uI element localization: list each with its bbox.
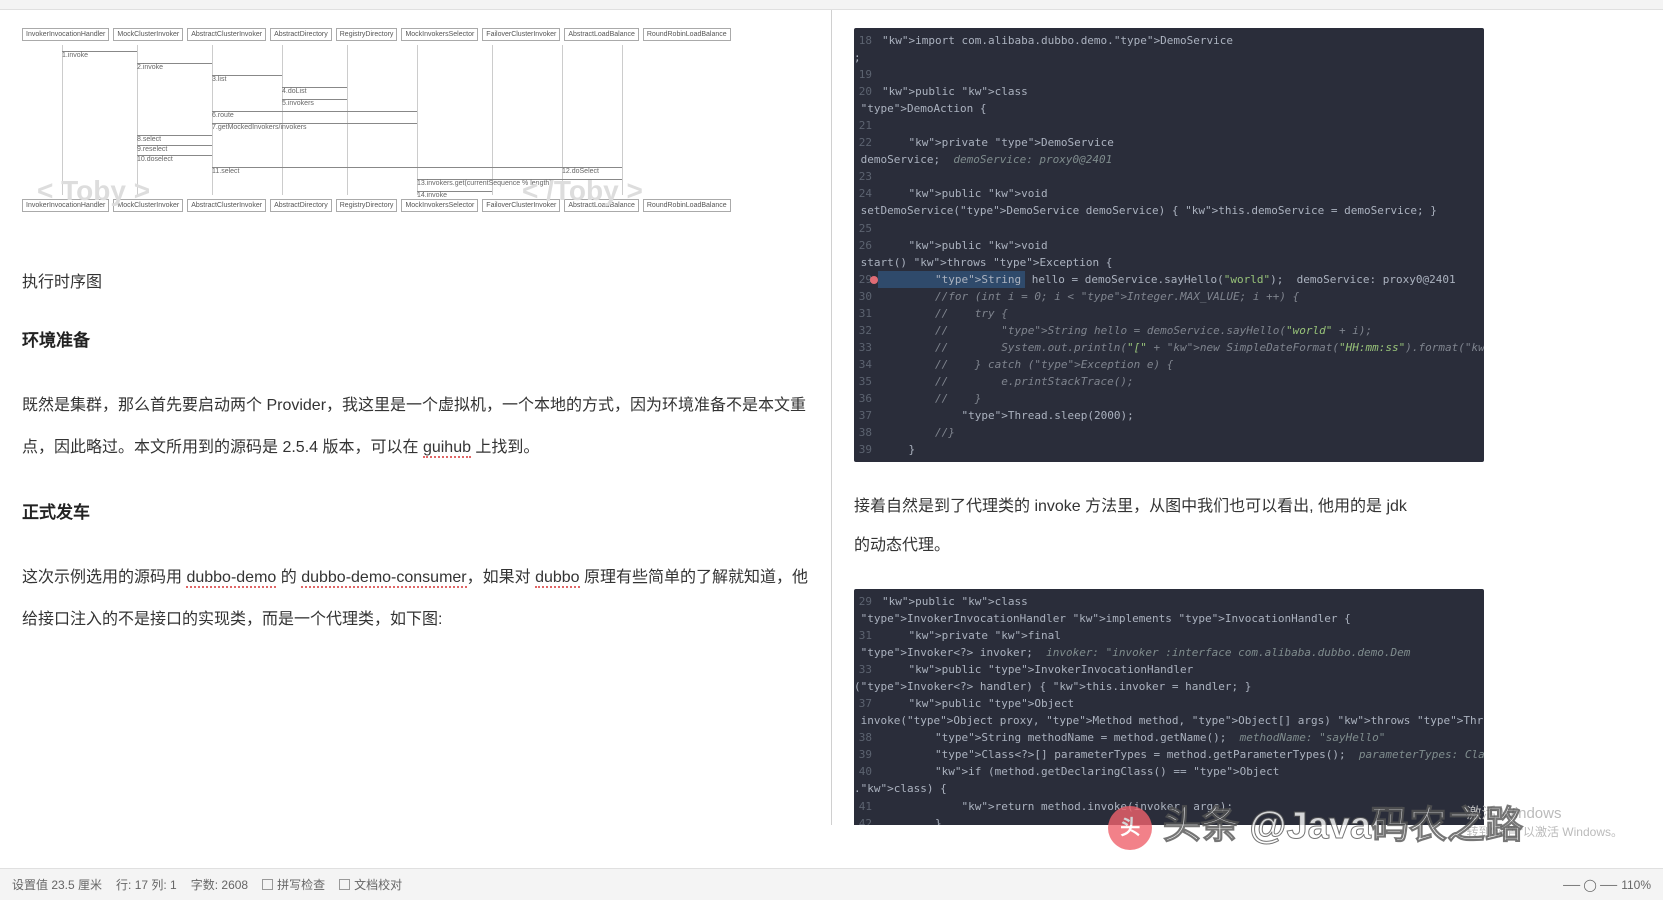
seq-participant: RegistryDirectory (336, 199, 398, 212)
seq-msg: 8.select (137, 135, 212, 143)
left-page: InvokerInvocationHandler MockClusterInvo… (0, 10, 831, 825)
seq-participant: AbstractDirectory (270, 199, 332, 212)
headline-icon: 头 (1108, 806, 1152, 850)
seq-msg: 4.doList (282, 87, 347, 95)
text: 的 (276, 569, 301, 586)
seq-participant: InvokerInvocationHandler (22, 28, 109, 41)
status-ruler[interactable]: 设置值 23.5 厘米 (12, 876, 102, 893)
seq-participant: AbstractLoadBalance (564, 28, 639, 41)
paragraph-mid: 接着自然是到了代理类的 invoke 方法里，从图中我们也可以看出, 他用的是 … (854, 488, 1641, 565)
status-wordcount[interactable]: 字数: 2608 (191, 876, 248, 893)
code-block-invocationhandler: 29"kw">public "kw">class "type">InvokerI… (854, 589, 1484, 825)
text: 上找到。 (471, 439, 539, 456)
text: 这次示例选用的源码用 (22, 569, 186, 586)
text: 接着自然是到了代理类的 invoke 方法里，从图中我们也可以看出, 他用的是 … (854, 498, 1407, 515)
seq-msg: 7.getMockedInvokers/invokers (212, 123, 417, 131)
seq-msg: 11.select (212, 167, 562, 175)
right-page: 18"kw">import com.alibaba.dubbo.demo."ty… (832, 10, 1663, 825)
seq-msg: 2.invoke (137, 63, 212, 71)
status-cursor[interactable]: 行: 17 列: 1 (116, 876, 177, 893)
seq-participant: MockInvokersSelector (401, 199, 478, 212)
seq-msg: 5.invokers (282, 99, 347, 107)
seq-participant: MockInvokersSelector (401, 28, 478, 41)
app-toolbar (0, 0, 1663, 10)
figure-caption: 执行时序图 (22, 268, 809, 292)
link-dubbo-demo[interactable]: dubbo-demo (186, 569, 276, 588)
seq-participant: FailoverClusterInvoker (482, 28, 560, 41)
seq-participant: AbstractDirectory (270, 28, 332, 41)
seq-participant: AbstractClusterInvoker (187, 199, 266, 212)
link-dubbo[interactable]: dubbo (535, 569, 580, 588)
seq-msg: 3.list (212, 75, 282, 83)
paragraph-start: 这次示例选用的源码用 dubbo-demo 的 dubbo-demo-consu… (22, 557, 809, 640)
seq-participant: AbstractClusterInvoker (187, 28, 266, 41)
seq-msg: 1.invoke (62, 51, 137, 59)
watermark-handle: @Java码农之路 (1249, 805, 1523, 847)
seq-participant: RoundRobinLoadBalance (643, 199, 731, 212)
seq-msg: 6.route (212, 111, 417, 119)
paragraph-env: 既然是集群，那么首先要启动两个 Provider，我这里是一个虚拟机，一个本地的… (22, 385, 809, 468)
text: 的动态代理。 (854, 537, 950, 554)
seq-participant: RoundRobinLoadBalance (643, 28, 731, 41)
watermark-brand: 头条 (1163, 805, 1239, 847)
brand-watermark: 头 头条 @Java码农之路 (1108, 794, 1523, 850)
heading-start: 正式发车 (22, 498, 809, 523)
status-zoom[interactable]: ── ◯ ── 110% (1563, 878, 1651, 892)
link-dubbo-demo-consumer[interactable]: dubbo-demo-consumer (301, 569, 466, 588)
diagram-watermark-left: < Toby > (37, 175, 150, 207)
code-block-demoaction: 18"kw">import com.alibaba.dubbo.demo."ty… (854, 28, 1484, 462)
link-guihub[interactable]: guihub (423, 439, 471, 458)
diagram-watermark-right: < /Toby > (522, 175, 643, 207)
seq-msg: 14.invoke (417, 191, 492, 199)
heading-env: 环境准备 (22, 326, 809, 351)
status-proofread[interactable]: 文档校对 (339, 876, 402, 893)
text: ，如果对 (467, 569, 535, 586)
seq-body: 1.invoke 2.invoke 3.list 4.doList 5.invo… (22, 45, 646, 195)
seq-msg: 10.doselect (137, 155, 212, 163)
seq-msg: 9.reselect (137, 145, 212, 153)
sequence-diagram: InvokerInvocationHandler MockClusterInvo… (22, 28, 646, 226)
checkbox-icon (339, 879, 350, 890)
checkbox-icon (262, 879, 273, 890)
status-spellcheck[interactable]: 拼写检查 (262, 876, 325, 893)
seq-header-row: InvokerInvocationHandler MockClusterInvo… (22, 28, 646, 41)
seq-msg: 12.doSelect (562, 167, 622, 175)
status-bar: 设置值 23.5 厘米 行: 17 列: 1 字数: 2608 拼写检查 文档校… (0, 868, 1663, 900)
seq-participant: RegistryDirectory (336, 28, 398, 41)
seq-participant: MockClusterInvoker (113, 28, 183, 41)
text: 既然是集群，那么首先要启动两个 Provider，我这里是一个虚拟机，一个本地的… (22, 397, 806, 456)
document-split-view: InvokerInvocationHandler MockClusterInvo… (0, 10, 1663, 825)
